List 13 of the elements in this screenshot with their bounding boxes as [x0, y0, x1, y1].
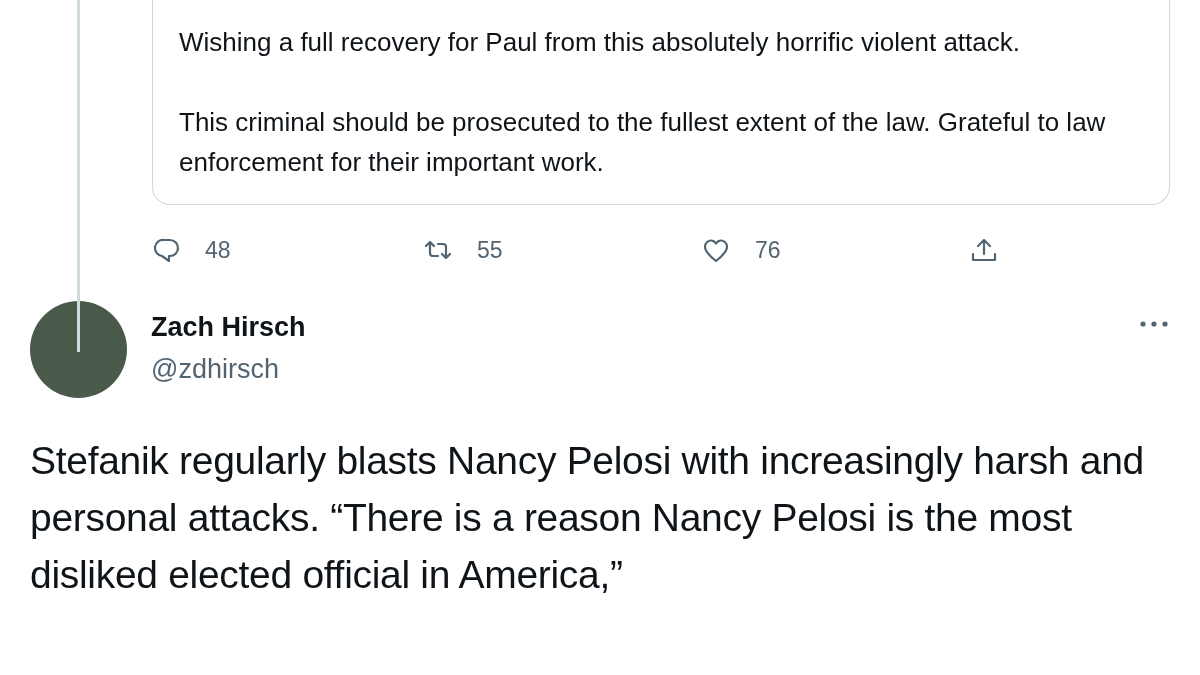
tweet-text: Stefanik regularly blasts Nancy Pelosi with increasingly harsh and personal attacks. “There is a reason Nancy Pelosi is the most disliked elected official in America,”	[29, 438, 1145, 598]
more-icon[interactable]	[1140, 321, 1168, 327]
reply-count: 48	[205, 235, 231, 265]
quoted-tweet-card[interactable]	[152, 0, 1170, 205]
display-name[interactable]: Zach Hirsch	[151, 311, 306, 343]
retweet-count: 55	[477, 235, 503, 265]
quoted-tweet-text: Wishing a full recovery for Paul from this absolutely horrific violent attack.	[179, 26, 1021, 59]
heart-icon[interactable]	[702, 236, 730, 264]
like-count: 76	[755, 235, 781, 265]
speech-bubble-icon[interactable]	[152, 236, 180, 264]
user-handle[interactable]: @zdhirsch	[151, 353, 279, 385]
share-icon[interactable]	[970, 236, 998, 264]
quoted-tweet-text: This criminal should be prosecuted to the fullest extent of the law. Grateful to law enforcement for their important work.	[179, 106, 1107, 179]
